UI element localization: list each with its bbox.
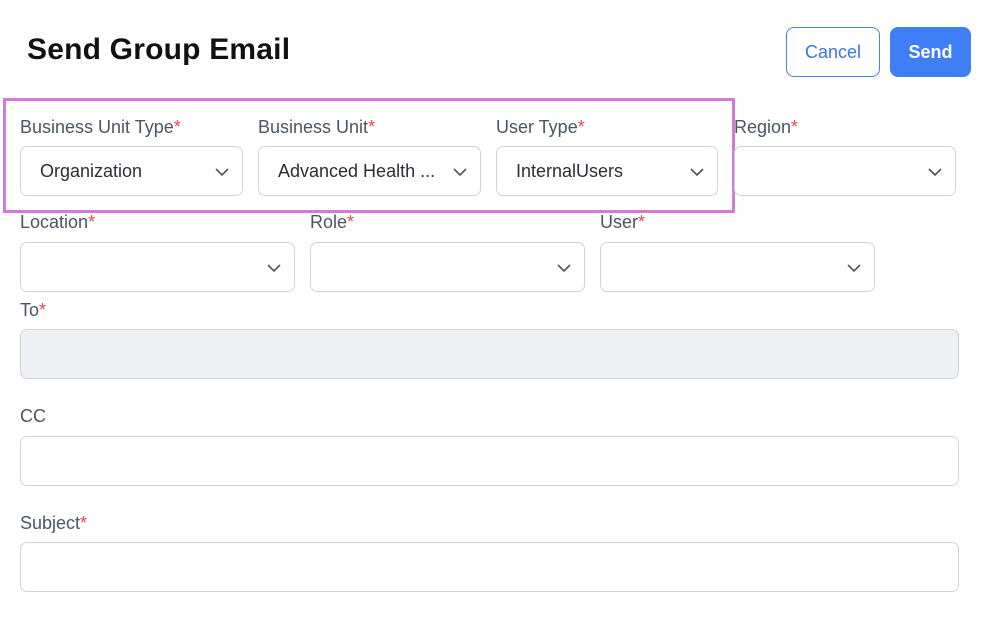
required-marker: * [791, 117, 799, 137]
user-select[interactable] [600, 242, 875, 292]
business-unit-select[interactable]: Advanced Health ... [258, 146, 481, 196]
business-unit-value: Advanced Health ... [278, 160, 436, 181]
chevron-down-icon [266, 260, 282, 276]
to-field [20, 329, 959, 379]
chevron-down-icon [689, 164, 705, 180]
required-marker: * [88, 212, 96, 232]
chevron-down-icon [214, 164, 230, 180]
business-unit-label: Business Unit* [258, 117, 376, 137]
chevron-down-icon [556, 260, 572, 276]
required-marker: * [638, 212, 646, 232]
chevron-down-icon [452, 164, 468, 180]
location-select[interactable] [20, 242, 295, 292]
required-marker: * [173, 117, 181, 137]
chevron-down-icon [927, 164, 943, 180]
required-marker: * [577, 117, 585, 137]
location-label: Location* [20, 212, 96, 232]
region-select[interactable] [734, 146, 956, 196]
cc-field[interactable] [20, 436, 959, 486]
role-label: Role* [310, 212, 355, 232]
user-type-select[interactable]: InternalUsers [496, 146, 718, 196]
to-label: To* [20, 300, 47, 320]
required-marker: * [347, 212, 355, 232]
cc-input[interactable] [21, 437, 958, 485]
subject-label: Subject* [20, 513, 88, 533]
user-type-label: User Type* [496, 117, 585, 137]
subject-input[interactable] [21, 543, 958, 591]
cc-label: CC [20, 406, 46, 426]
cancel-button[interactable]: Cancel [786, 27, 880, 77]
required-marker: * [80, 513, 88, 533]
to-input [21, 330, 958, 378]
user-label: User* [600, 212, 646, 232]
user-type-value: InternalUsers [516, 160, 624, 181]
chevron-down-icon [846, 260, 862, 276]
required-marker: * [368, 117, 376, 137]
required-marker: * [39, 300, 47, 320]
send-button[interactable]: Send [890, 27, 971, 77]
business-unit-type-value: Organization [40, 160, 143, 181]
region-label: Region* [734, 117, 799, 137]
subject-field[interactable] [20, 542, 959, 592]
role-select[interactable] [310, 242, 585, 292]
business-unit-type-label: Business Unit Type* [20, 117, 181, 137]
page-title: Send Group Email [27, 33, 291, 66]
business-unit-type-select[interactable]: Organization [20, 146, 243, 196]
